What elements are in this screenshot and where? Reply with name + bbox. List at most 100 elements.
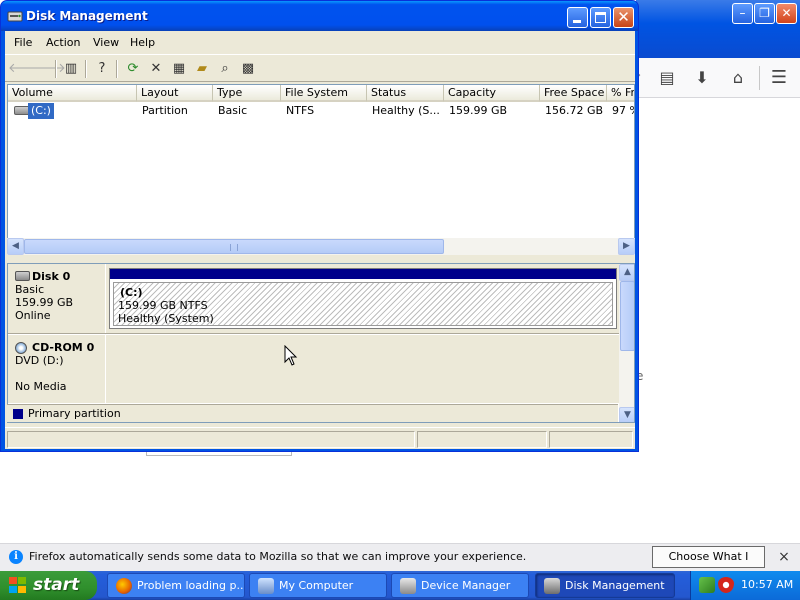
delete-icon[interactable]: ✕ (146, 59, 166, 79)
menu-file[interactable]: File (14, 36, 32, 49)
info-icon: i (9, 550, 23, 564)
choose-what-i-share-button[interactable]: Choose What I Share (652, 546, 765, 583)
vertical-scrollbar[interactable]: ▲ ▼ (619, 264, 634, 422)
scroll-up-icon[interactable]: ▲ (619, 264, 634, 281)
minimize-button[interactable] (567, 7, 588, 28)
column-header-layout[interactable]: Layout (137, 85, 213, 102)
horizontal-scrollbar[interactable]: ◀ ▶ (7, 238, 635, 255)
column-header-volume[interactable]: Volume (8, 85, 137, 102)
scroll-left-icon[interactable]: ◀ (7, 238, 24, 255)
partition-detail: 159.99 GB NTFS (118, 299, 208, 312)
mouse-cursor-icon (284, 345, 298, 366)
my-computer-icon (258, 578, 274, 594)
disk-info: Disk 0 Basic 159.99 GB Online (8, 264, 106, 333)
start-button[interactable]: start (0, 571, 97, 600)
column-header-type[interactable]: Type (213, 85, 281, 102)
disk-state: Online (15, 309, 51, 322)
taskbar-button-my-computer[interactable]: My Computer (249, 573, 387, 598)
cell-type: Basic (218, 104, 248, 117)
disk-row[interactable]: Disk 0 Basic 159.99 GB Online (C:) 159.9… (8, 264, 619, 334)
home-icon[interactable]: ⌂ (728, 68, 748, 88)
toolbar-separator (85, 60, 87, 78)
cell-status: Healthy (S... (372, 104, 440, 117)
disk-size (15, 367, 105, 380)
refresh-icon[interactable]: ⟳ (123, 59, 143, 79)
notification-text: Firefox automatically sends some data to… (29, 550, 527, 563)
primary-partition-bar (110, 269, 616, 279)
scroll-down-icon[interactable]: ▼ (619, 407, 634, 422)
download-icon[interactable]: ⬇ (692, 68, 712, 88)
close-button[interactable]: ✕ (613, 7, 634, 28)
reader-view-icon[interactable]: ▤ (657, 68, 677, 88)
cell-percent-free: 97 % (612, 104, 634, 117)
disk-management-icon (7, 11, 23, 22)
volume-list: Volume Layout Type File System Status Ca… (7, 84, 635, 252)
legend-swatch (13, 409, 23, 419)
cell-layout: Partition (142, 104, 188, 117)
toolbar-separator (759, 66, 760, 90)
partition-body: (C:) 159.99 GB NTFS Healthy (System) (113, 282, 613, 326)
scroll-right-icon[interactable]: ▶ (618, 238, 635, 255)
hard-disk-icon (15, 271, 30, 281)
firefox-minimize-button[interactable]: – (732, 3, 753, 24)
disk-management-window: Disk Management ✕ File Action View Help … (0, 0, 639, 452)
console-tree-icon[interactable]: ▩ (238, 59, 258, 79)
open-icon[interactable]: ▰ (192, 59, 212, 79)
partition-c[interactable]: (C:) 159.99 GB NTFS Healthy (System) (109, 268, 617, 329)
cd-rom-icon (15, 342, 27, 354)
partition-name: (C:) (120, 286, 143, 299)
taskbar-button-firefox[interactable]: Problem loading p... (107, 573, 245, 598)
status-cell (549, 431, 633, 448)
cd-rom-area (109, 335, 617, 403)
properties-icon[interactable]: ▦ (169, 59, 189, 79)
security-shield-icon[interactable] (718, 577, 734, 593)
taskbar-label: Device Manager (421, 579, 511, 592)
scroll-thumb[interactable] (24, 239, 444, 254)
disk-name: CD-ROM 0 (15, 341, 105, 354)
toolbar-separator (116, 60, 118, 78)
column-header-free-space[interactable]: Free Space (540, 85, 607, 102)
status-cell (7, 431, 415, 448)
status-bar (5, 427, 635, 449)
column-header-capacity[interactable]: Capacity (444, 85, 540, 102)
column-header-file-system[interactable]: File System (281, 85, 367, 102)
disk-size: 159.99 GB (15, 296, 74, 309)
window-titlebar[interactable]: Disk Management ✕ (1, 1, 638, 31)
disk-kind: Basic (15, 283, 45, 296)
menu-view[interactable]: View (93, 36, 119, 49)
taskbar-label: Problem loading p... (137, 579, 245, 592)
legend: Primary partition (7, 404, 618, 422)
notification-bar: i Firefox automatically sends some data … (0, 543, 800, 583)
taskbar-button-disk-management[interactable]: Disk Management (535, 573, 675, 598)
maximize-button[interactable] (590, 7, 611, 28)
partition-status: Healthy (System) (118, 312, 214, 325)
rescan-disks-icon[interactable]: ⌕ (215, 59, 235, 79)
column-header-status[interactable]: Status (367, 85, 444, 102)
system-tray: 10:57 AM (690, 571, 800, 600)
firefox-close-button[interactable]: ✕ (776, 3, 797, 24)
disk-info: CD-ROM 0 DVD (D:) No Media (8, 335, 106, 403)
notification-close-icon[interactable]: × (776, 549, 792, 565)
legend-label: Primary partition (28, 407, 121, 420)
menu-action[interactable]: Action (46, 36, 80, 49)
forward-icon[interactable]: 🡒 (31, 59, 66, 79)
menu-help[interactable]: Help (130, 36, 155, 49)
cell-volume: (C:) (28, 103, 54, 119)
disk-row[interactable]: CD-ROM 0 DVD (D:) No Media (8, 335, 619, 403)
taskbar-button-device-manager[interactable]: Device Manager (391, 573, 529, 598)
column-header-percent-free[interactable]: % Fr (607, 85, 634, 102)
firefox-content (636, 98, 800, 538)
menu-icon[interactable]: ☰ (769, 68, 789, 88)
disk-name: Disk 0 (15, 270, 105, 283)
firefox-restore-button[interactable]: ❐ (754, 3, 775, 24)
window-body: File Action View Help 🡐 🡒 ▥ ? ⟳ ✕ ▦ ▰ ⌕ … (5, 31, 635, 449)
help-icon[interactable]: ? (92, 59, 112, 79)
cell-file-system: NTFS (286, 104, 315, 117)
show-hide-console-tree-icon[interactable]: ▥ (61, 59, 81, 79)
taskbar: start Problem loading p... My Computer D… (0, 571, 800, 600)
cell-free-space: 156.72 GB (545, 104, 604, 117)
scroll-thumb[interactable] (620, 281, 634, 351)
back-icon[interactable]: 🡐 (8, 59, 43, 79)
network-icon[interactable] (699, 577, 715, 593)
cell-capacity: 159.99 GB (449, 104, 508, 117)
